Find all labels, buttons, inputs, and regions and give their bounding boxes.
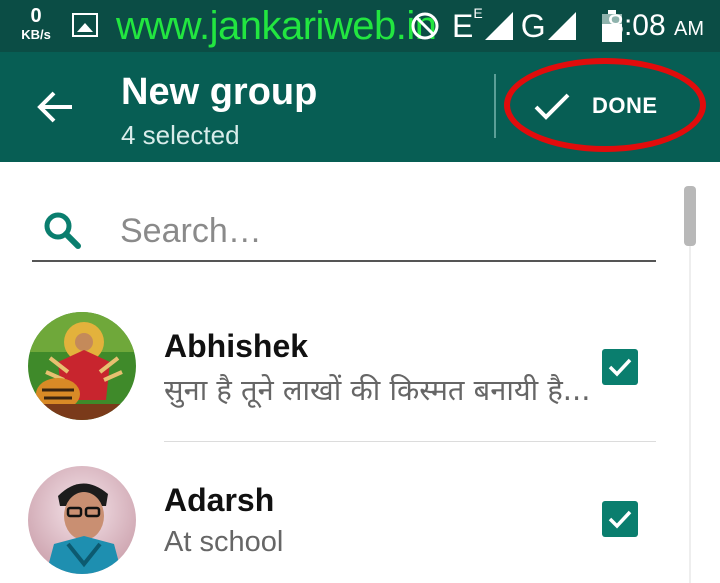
avatar [28,312,136,420]
contact-status: सुना है तूने लाखों की किस्मत बनायी है... [164,373,591,407]
search-icon [44,212,81,249]
scrollbar-thumb[interactable] [684,186,696,246]
contact-checkbox[interactable] [602,349,638,385]
no-entry-icon [411,12,439,40]
divider [494,74,496,138]
avatar [28,466,136,574]
search-input[interactable] [120,206,640,256]
signal-icon [547,12,576,40]
row-divider [164,441,656,442]
contact-row[interactable]: Adarsh At school [0,466,680,583]
search-bar [32,200,656,262]
check-icon [534,93,570,120]
contact-status: At school [164,526,284,558]
back-button[interactable] [30,82,80,132]
gallery-icon [72,13,98,37]
done-button[interactable]: DONE [520,74,690,138]
status-bar: 0 KB/s www.jankariweb.in EE G 8:08 AM [0,0,720,52]
contact-checkbox[interactable] [602,501,638,537]
contact-name: Adarsh [164,482,275,518]
clock: 8:08 AM [607,6,704,49]
network-speed: 0 KB/s [18,6,54,42]
app-bar: New group 4 selected DONE [0,52,720,162]
contact-name: Abhishek [164,328,309,364]
network-speed-value: 0 [30,5,42,27]
check-icon [608,510,632,529]
status-icons: EE G [410,4,622,48]
selected-count: 4 selected [121,120,240,150]
check-icon [608,358,632,377]
network-type-g: G [520,8,546,44]
page-title: New group [121,71,318,113]
watermark-text: www.jankariweb.in [116,4,437,48]
network-type-e: EE [452,6,483,46]
clock-time: 8:08 [607,9,666,42]
signal-icon [484,12,513,40]
network-type-e-label: E [452,8,474,44]
network-speed-unit: KB/s [21,27,51,42]
done-label: DONE [592,93,658,118]
back-arrow-icon [37,91,72,123]
clock-ampm: AM [674,18,704,40]
network-type-e-sup: E [473,5,483,21]
contact-row[interactable]: Abhishek सुना है तूने लाखों की किस्मत बन… [0,312,680,442]
scrollbar-track [689,246,691,583]
